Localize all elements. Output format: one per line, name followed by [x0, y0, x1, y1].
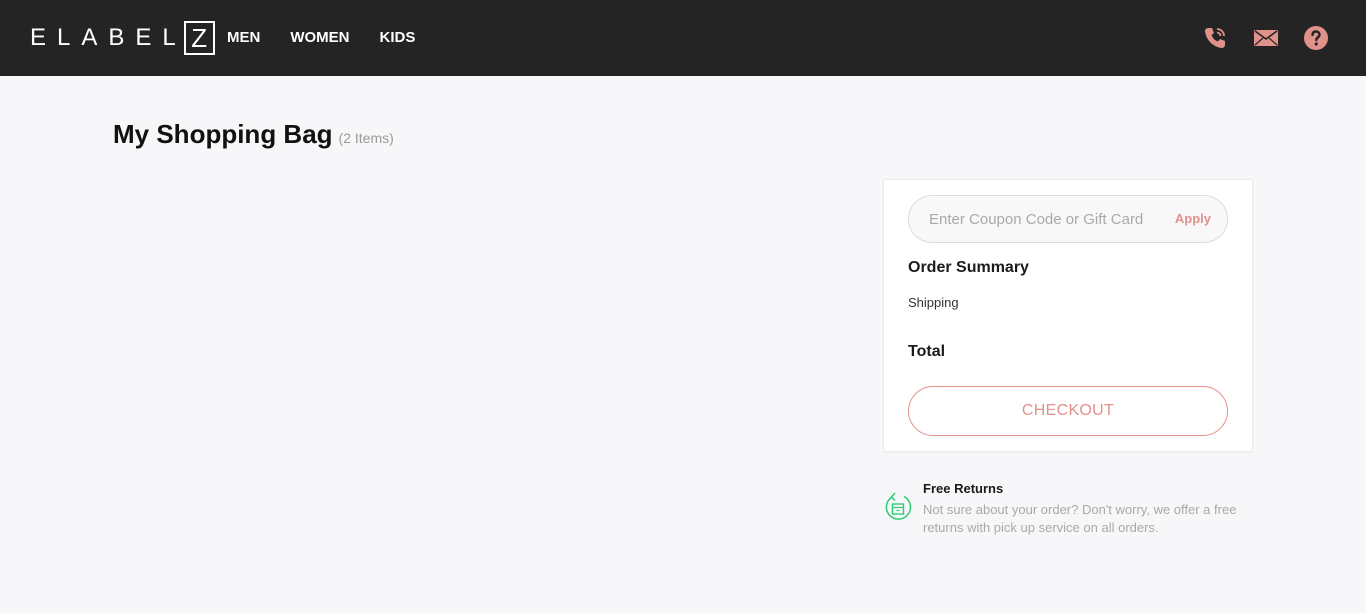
- order-summary-title: Order Summary: [908, 259, 1029, 276]
- item-count: (2 Items): [338, 130, 394, 146]
- nav-men[interactable]: MEN: [227, 29, 260, 46]
- logo-text: ELABEL: [30, 24, 187, 51]
- top-navigation-bar: ELABEL Z MEN WOMEN KIDS: [0, 0, 1366, 76]
- mail-icon[interactable]: [1253, 25, 1279, 51]
- main-nav: MEN WOMEN KIDS: [227, 29, 415, 46]
- page-title: My Shopping Bag: [113, 119, 333, 149]
- coupon-input[interactable]: [929, 196, 1159, 242]
- logo-box-letter: Z: [183, 21, 215, 55]
- checkout-button[interactable]: CHECKOUT: [908, 386, 1228, 436]
- site-logo[interactable]: ELABEL Z: [30, 21, 215, 55]
- page-title-row: My Shopping Bag (2 Items): [113, 119, 394, 150]
- shipping-label: Shipping: [908, 295, 959, 310]
- phone-icon[interactable]: [1202, 25, 1228, 51]
- nav-women[interactable]: WOMEN: [290, 29, 349, 46]
- order-summary-card: Apply Order Summary Shipping Total CHECK…: [883, 179, 1253, 452]
- return-box-icon: [884, 492, 912, 522]
- free-returns-description: Not sure about your order? Don't worry, …: [923, 502, 1237, 535]
- nav-kids[interactable]: KIDS: [380, 29, 416, 46]
- apply-coupon-button[interactable]: Apply: [1175, 211, 1211, 226]
- coupon-field-wrapper: Apply: [908, 195, 1228, 243]
- help-icon[interactable]: [1303, 25, 1329, 51]
- total-label: Total: [908, 343, 946, 360]
- free-returns-title: Free Returns: [923, 481, 1004, 496]
